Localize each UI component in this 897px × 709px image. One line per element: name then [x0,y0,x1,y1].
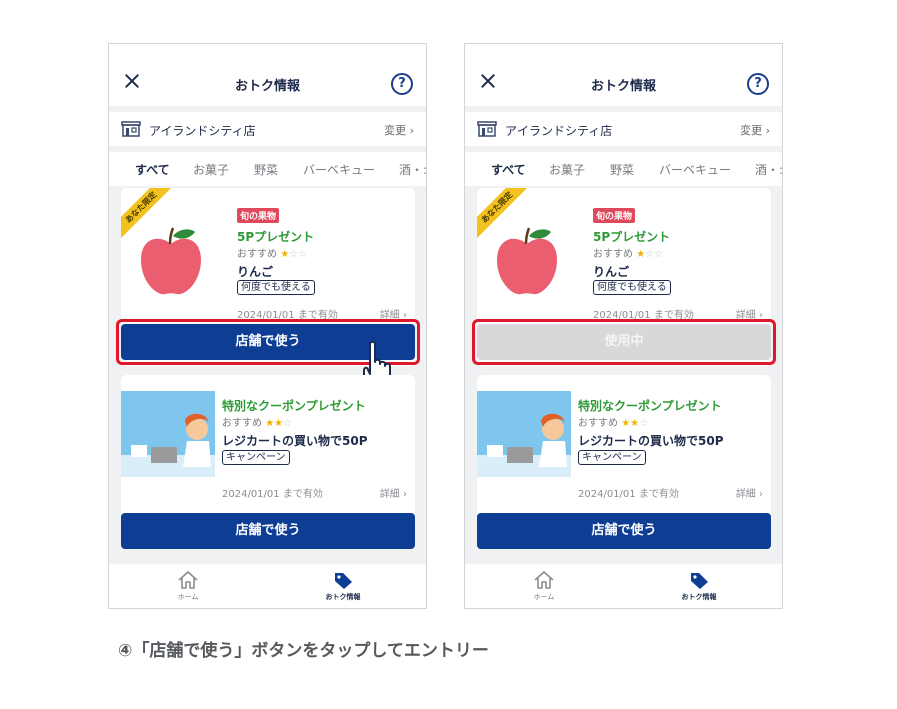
usage-tag: 何度でも使える [593,280,671,295]
category-tabs: すべて お菓子 野菜 バーベキュー 酒・: [465,152,782,186]
home-icon [178,571,198,589]
page-title: おトク情報 [234,79,300,94]
category-badge: 旬の果物 [593,208,636,223]
recommend-label: おすすめ [222,418,262,429]
star-rating: ★★☆ [265,418,292,429]
tab-snacks[interactable]: お菓子 [549,161,585,178]
valid-until: 2024/01/01 まで有効 [578,489,679,500]
details-link[interactable]: 詳細 › [380,485,407,500]
help-icon[interactable]: ? [747,73,769,95]
recommend-label: おすすめ [593,249,633,260]
nav-home[interactable]: ホーム [148,570,228,602]
tag-icon [691,573,708,589]
apple-icon [497,227,557,295]
offer-title: 特別なクーポンプレゼント [222,399,366,413]
offer-title: 5Pプレゼント [237,230,315,244]
phone-screen-after: おトク情報 ? アイランドシティ店 変更 › すべて お菓子 野菜 バーベキュー… [464,43,783,609]
nav-deals-label: おトク情報 [325,593,361,601]
star-icon: ★ [636,249,646,260]
recommend-rating: おすすめ ★☆☆ [593,245,663,260]
star-icon: ☆ [654,249,664,260]
store-selector[interactable]: アイランドシティ店 変更 › [109,112,426,146]
recommend-rating: おすすめ ★☆☆ [237,245,307,260]
store-icon [477,121,497,137]
tab-snacks[interactable]: お菓子 [193,161,229,178]
change-store-link[interactable]: 変更 › [384,122,414,138]
details-link[interactable]: 詳細 › [736,485,763,500]
bottom-nav: ホーム おトク情報 [109,564,426,608]
offer-title: 5Pプレゼント [593,230,671,244]
home-icon [534,571,554,589]
star-icon: ☆ [639,418,649,429]
bottom-nav: ホーム おトク情報 [465,564,782,608]
star-icon: ★ [621,418,631,429]
usage-tag: キャンペーン [578,450,646,465]
campaign-banner [477,391,571,477]
help-icon[interactable]: ? [391,73,413,95]
nav-deals[interactable]: おトク情報 [659,570,739,602]
change-label: 変更 [384,124,407,137]
item-name: レジカートの買い物で50P [222,434,368,448]
tab-alcohol[interactable]: 酒・: [399,161,426,178]
nav-deals[interactable]: おトク情報 [303,570,383,602]
star-icon: ★ [280,249,290,260]
usage-tag: 何度でも使える [237,280,315,295]
recommend-label: おすすめ [237,249,277,260]
star-icon: ☆ [645,249,655,260]
tab-vegetables[interactable]: 野菜 [254,161,278,178]
store-selector[interactable]: アイランドシティ店 変更 › [465,112,782,146]
star-icon: ☆ [289,249,299,260]
tab-vegetables[interactable]: 野菜 [610,161,634,178]
chevron-right-icon: › [765,124,770,137]
tab-alcohol[interactable]: 酒・: [755,161,782,178]
chevron-right-icon: › [409,124,414,137]
nav-home-label: ホーム [177,593,199,601]
star-icon: ☆ [283,418,293,429]
change-label: 変更 [740,124,763,137]
top-bar: おトク情報 ? [109,44,426,106]
nav-home[interactable]: ホーム [504,570,584,602]
recommend-label: おすすめ [578,418,618,429]
use-in-store-button[interactable]: 店舗で使う [121,513,415,549]
tab-all[interactable]: すべて [491,161,526,178]
item-name: りんご [593,265,630,279]
recommend-rating: おすすめ ★★☆ [222,414,292,429]
nav-home-label: ホーム [533,593,555,601]
valid-until: 2024/01/01 まで有効 [222,489,323,500]
page-title: おトク情報 [590,79,656,94]
usage-tag: キャンペーン [222,450,290,465]
offer-title: 特別なクーポンプレゼント [578,399,722,413]
nav-deals-label: おトク情報 [681,593,717,601]
item-name: りんご [237,265,274,279]
store-name: アイランドシティ店 [505,124,613,138]
step-caption: ④「店舗で使う」ボタンをタップしてエントリー [118,641,489,661]
phone-screen-before: おトク情報 ? アイランドシティ店 変更 › すべて お菓子 野菜 バーベキュー… [108,43,427,609]
star-icon: ★ [265,418,275,429]
recommend-rating: おすすめ ★★☆ [578,414,648,429]
star-icon: ☆ [298,249,308,260]
star-rating: ★☆☆ [280,249,307,260]
item-name: レジカートの買い物で50P [578,434,724,448]
use-in-store-button[interactable]: 店舗で使う [477,513,771,549]
tab-bbq[interactable]: バーベキュー [659,161,731,178]
tab-bbq[interactable]: バーベキュー [303,161,375,178]
category-badge: 旬の果物 [237,208,280,223]
category-tabs: すべて お菓子 野菜 バーベキュー 酒・: [109,152,426,186]
star-icon: ★ [630,418,640,429]
highlight-frame [472,319,776,365]
star-icon: ★ [274,418,284,429]
campaign-banner [121,391,215,477]
star-rating: ★☆☆ [636,249,663,260]
star-rating: ★★☆ [621,418,648,429]
top-bar: おトク情報 ? [465,44,782,106]
apple-icon [141,227,201,295]
store-icon [121,121,141,137]
change-store-link[interactable]: 変更 › [740,122,770,138]
store-name: アイランドシティ店 [149,124,256,138]
tag-icon [335,573,352,589]
tab-all[interactable]: すべて [135,161,170,178]
